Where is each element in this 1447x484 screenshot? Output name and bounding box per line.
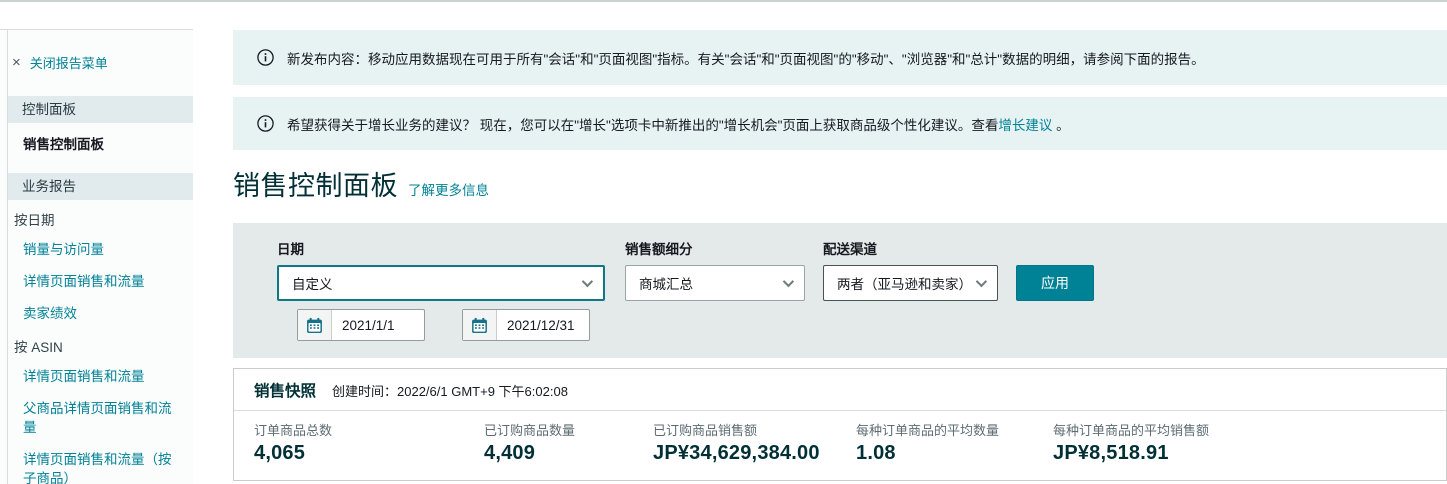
growth-notice-text-after: 。 bbox=[1052, 117, 1070, 133]
sidebar-item-detail-page-sales-traffic-asin[interactable]: 详情页面销售和流量 bbox=[0, 358, 180, 390]
sidebar-item-parent-detail-page-sales-traffic[interactable]: 父商品详情页面销售和流量 bbox=[0, 390, 180, 441]
growth-advice-link[interactable]: 增长建议 bbox=[998, 118, 1052, 133]
fulfillment-channel-dropdown[interactable]: 两者（亚马逊和卖家） bbox=[823, 265, 998, 301]
metric-label: 订单商品总数 bbox=[254, 423, 333, 438]
sidebar-item-detail-page-sales-traffic-child[interactable]: 详情页面销售和流量（按子商品） bbox=[0, 441, 180, 484]
metric-ordered-product-sales: 已订购商品销售额 JP¥34,629,384.00 bbox=[653, 420, 856, 465]
release-notice-text: 新发布内容：移动应用数据现在可用于所有"会话"和"页面视图"指标。有关"会话"和… bbox=[287, 51, 1205, 67]
sidebar-item-detail-page-sales-traffic[interactable]: 详情页面销售和流量 bbox=[0, 263, 180, 295]
page-header: 销售控制面板 了解更多信息 bbox=[233, 164, 1447, 203]
close-report-menu-label: 关闭报告菜单 bbox=[29, 56, 108, 71]
sidebar-item-sales-traffic[interactable]: 销量与访问量 bbox=[0, 231, 180, 263]
sales-snapshot-title: 销售快照 bbox=[254, 383, 317, 400]
custom-date-range: 2021/1/1 2021/12/31 bbox=[297, 309, 1447, 341]
close-icon: × bbox=[12, 54, 21, 71]
sales-breakdown-label: 销售额细分 bbox=[625, 242, 693, 257]
sales-snapshot-header: 销售快照 创建时间：2022/6/1 GMT+9 下午6:02:08 bbox=[234, 369, 1446, 411]
metric-value: 1.08 bbox=[856, 442, 896, 464]
end-date-value[interactable]: 2021/12/31 bbox=[497, 310, 589, 340]
fulfillment-channel-value: 两者（亚马逊和卖家） bbox=[837, 277, 972, 292]
sales-snapshot-created-at: 创建时间：2022/6/1 GMT+9 下午6:02:08 bbox=[332, 384, 568, 399]
sidebar-subheader-by-asin: 按 ASIN bbox=[14, 340, 63, 355]
calendar-icon[interactable] bbox=[463, 310, 497, 340]
metric-units-ordered: 已订购商品数量 4,409 bbox=[484, 420, 653, 465]
metric-label: 已订购商品销售额 bbox=[653, 423, 758, 438]
info-icon bbox=[257, 49, 274, 66]
metric-avg-sales-per-order-item: 每种订单商品的平均销售额 JP¥8,518.91 bbox=[1053, 420, 1209, 465]
sales-breakdown-value: 商城汇总 bbox=[639, 277, 693, 292]
sales-breakdown-dropdown[interactable]: 商城汇总 bbox=[625, 265, 805, 301]
sales-snapshot-panel: 销售快照 创建时间：2022/6/1 GMT+9 下午6:02:08 订单商品总… bbox=[233, 368, 1447, 481]
growth-notice-banner: 希望获得关于增长业务的建议？ 现在，您可以在"增长"选项卡中新推出的"增长机会"… bbox=[233, 97, 1447, 150]
page-title: 销售控制面板 bbox=[233, 171, 398, 201]
close-report-menu[interactable]: × 关闭报告菜单 bbox=[0, 30, 193, 80]
date-range-dropdown[interactable]: 自定义 bbox=[277, 265, 605, 301]
learn-more-link[interactable]: 了解更多信息 bbox=[408, 179, 489, 199]
end-date-input[interactable]: 2021/12/31 bbox=[462, 309, 590, 341]
growth-notice-text-before: 希望获得关于增长业务的建议？ 现在，您可以在"增长"选项卡中新推出的"增长机会"… bbox=[287, 117, 999, 133]
date-filter-label: 日期 bbox=[277, 242, 304, 257]
metric-value: JP¥34,629,384.00 bbox=[653, 442, 820, 464]
apply-button[interactable]: 应用 bbox=[1016, 265, 1094, 301]
growth-notice-text: 希望获得关于增长业务的建议？ 现在，您可以在"增长"选项卡中新推出的"增长机会"… bbox=[287, 114, 1070, 134]
start-date-input[interactable]: 2021/1/1 bbox=[297, 309, 425, 341]
metric-avg-units-per-order-item: 每种订单商品的平均数量 1.08 bbox=[856, 420, 1053, 465]
reports-sidebar: × 关闭报告菜单 控制面板 销售控制面板 业务报告 按日期 销量与访问量 详情页… bbox=[0, 29, 193, 484]
info-icon bbox=[257, 115, 274, 132]
filter-panel: 日期 自定义 销售额细分 商城汇总 配送渠道 两者（亚马逊和卖家） 应用 202… bbox=[233, 223, 1447, 358]
start-date-value[interactable]: 2021/1/1 bbox=[332, 310, 424, 340]
sidebar-subheader-by-date: 按日期 bbox=[14, 213, 55, 228]
calendar-icon[interactable] bbox=[298, 310, 332, 340]
snapshot-metrics-row: 订单商品总数 4,065 已订购商品数量 4,409 已订购商品销售额 JP¥3… bbox=[234, 411, 1446, 480]
metric-label: 已订购商品数量 bbox=[484, 423, 576, 438]
fulfillment-channel-label: 配送渠道 bbox=[823, 242, 877, 257]
main-content: 新发布内容：移动应用数据现在可用于所有"会话"和"页面视图"指标。有关"会话"和… bbox=[193, 2, 1447, 484]
metric-total-order-items: 订单商品总数 4,065 bbox=[254, 420, 484, 465]
sidebar-header-dashboard: 控制面板 bbox=[8, 96, 193, 123]
app-layout: × 关闭报告菜单 控制面板 销售控制面板 业务报告 按日期 销量与访问量 详情页… bbox=[0, 2, 1447, 484]
metric-label: 每种订单商品的平均数量 bbox=[856, 423, 1000, 438]
sidebar-item-sales-dashboard[interactable]: 销售控制面板 bbox=[0, 123, 193, 157]
chevron-down-icon bbox=[975, 275, 988, 288]
release-notice-banner: 新发布内容：移动应用数据现在可用于所有"会话"和"页面视图"指标。有关"会话"和… bbox=[233, 30, 1447, 85]
metric-value: JP¥8,518.91 bbox=[1053, 442, 1169, 464]
metric-value: 4,409 bbox=[484, 442, 536, 464]
sidebar-item-seller-performance[interactable]: 卖家绩效 bbox=[0, 295, 180, 327]
metric-value: 4,065 bbox=[254, 442, 306, 464]
metric-label: 每种订单商品的平均销售额 bbox=[1053, 423, 1210, 438]
date-range-value: 自定义 bbox=[292, 277, 333, 292]
sidebar-header-business-reports: 业务报告 bbox=[8, 173, 193, 200]
chevron-down-icon bbox=[581, 275, 594, 288]
chevron-down-icon bbox=[782, 275, 795, 288]
